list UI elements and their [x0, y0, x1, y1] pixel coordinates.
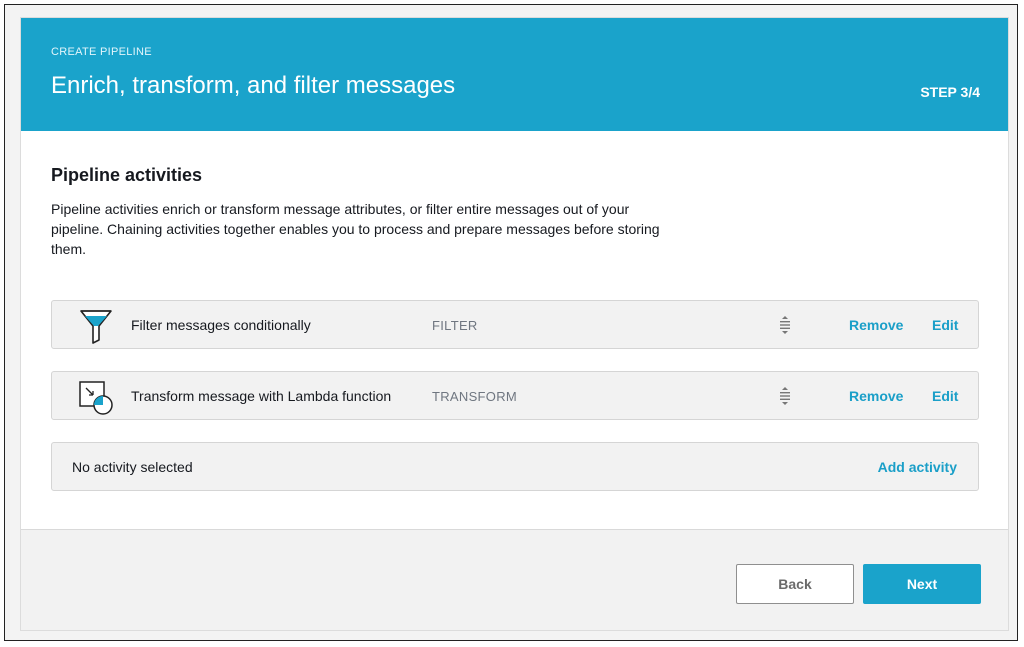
section-title: Pipeline activities — [51, 165, 203, 185]
activity-label: Filter messages conditionally — [131, 317, 311, 333]
wizard-header: CREATE PIPELINE Enrich, transform, and f… — [21, 18, 1008, 131]
activity-type: TRANSFORM — [432, 389, 518, 404]
selection-status: No activity selected — [72, 459, 193, 475]
drag-handle-icon[interactable] — [779, 387, 791, 405]
remove-activity-link[interactable]: Remove — [849, 317, 903, 333]
activity-selection-row: No activity selected Add activity — [51, 442, 979, 491]
step-indicator: STEP 3/4 — [920, 84, 980, 100]
back-button[interactable]: Back — [736, 564, 854, 604]
transform-lambda-icon — [78, 379, 114, 415]
drag-handle-icon[interactable] — [779, 316, 791, 334]
section-description: Pipeline activities enrich or transform … — [51, 201, 660, 257]
breadcrumb: CREATE PIPELINE — [51, 46, 152, 58]
activity-row-transform[interactable]: Transform message with Lambda function T… — [51, 371, 979, 420]
remove-activity-link[interactable]: Remove — [849, 388, 903, 404]
activity-type: FILTER — [432, 318, 478, 333]
add-activity-link[interactable]: Add activity — [878, 459, 957, 475]
edit-activity-link[interactable]: Edit — [932, 388, 958, 404]
activity-label: Transform message with Lambda function — [131, 388, 392, 404]
edit-activity-link[interactable]: Edit — [932, 317, 958, 333]
page-title: Enrich, transform, and filter messages — [51, 72, 456, 99]
wizard-body: Pipeline activities Pipeline activities … — [21, 131, 1008, 530]
filter-funnel-icon — [78, 308, 114, 344]
window-frame: CREATE PIPELINE Enrich, transform, and f… — [4, 4, 1018, 641]
wizard-card: CREATE PIPELINE Enrich, transform, and f… — [20, 17, 1009, 631]
activity-row-filter[interactable]: Filter messages conditionally FILTER Rem… — [51, 300, 979, 349]
next-button[interactable]: Next — [863, 564, 981, 604]
